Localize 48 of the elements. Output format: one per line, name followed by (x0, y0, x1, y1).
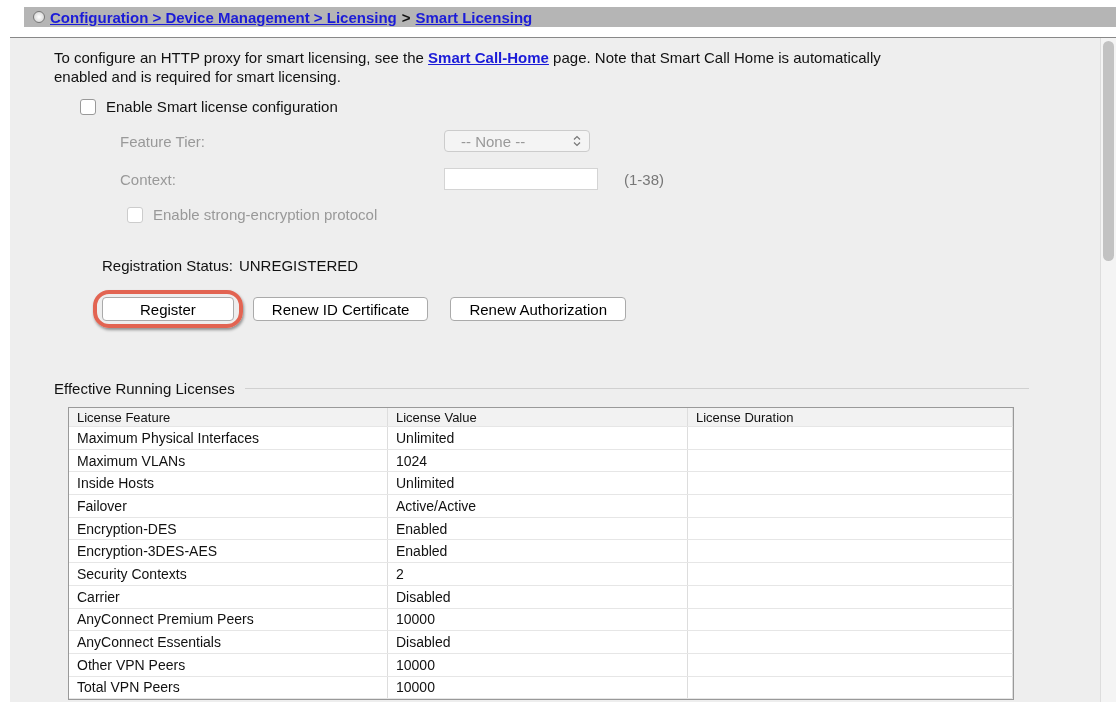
up-down-arrows-icon (573, 135, 581, 147)
checkbox[interactable] (80, 98, 96, 115)
table-cell: Active/Active (388, 495, 688, 517)
column-header[interactable]: License Feature (69, 408, 388, 426)
radio-icon (33, 11, 45, 23)
table-cell: AnyConnect Essentials (69, 631, 388, 653)
scroll-thumb[interactable] (1103, 41, 1114, 261)
table-cell: Disabled (388, 585, 688, 608)
table-cell: 10000 (388, 653, 688, 676)
section-title: Effective Running Licenses (54, 380, 235, 397)
table-cell: Encryption-3DES-AES (69, 540, 388, 563)
table-cell: Enabled (388, 517, 688, 540)
table-cell: Security Contexts (69, 563, 388, 585)
column-header[interactable]: License Duration (688, 408, 1013, 426)
table-cell: Maximum VLANs (69, 449, 388, 472)
table-cell: AnyConnect Premium Peers (69, 608, 388, 631)
column-header[interactable]: License Value (388, 408, 688, 426)
table-cell: Maximum Physical Interfaces (69, 427, 388, 449)
register-button[interactable]: Register (102, 297, 234, 321)
table-cell: 1024 (388, 449, 688, 472)
checkbox-label: Enable strong-encryption protocol (153, 206, 378, 223)
checkbox-label: Enable Smart license configuration (106, 98, 338, 115)
scrollbar[interactable] (1100, 38, 1116, 702)
table-cell: Other VPN Peers (69, 653, 388, 676)
action-button[interactable]: Renew ID Certificate (252, 297, 429, 321)
context-range-hint: (1-38) (624, 170, 664, 188)
table-cell: Enabled (388, 540, 688, 563)
smart-call-home-link[interactable]: Smart Call-Home (428, 49, 549, 66)
breadcrumb-link[interactable]: Configuration > Device Management > Licensing (50, 8, 397, 26)
table-cell: Unlimited (388, 427, 688, 449)
breadcrumb-separator: > (401, 8, 411, 26)
registration-status-value: UNREGISTERED (238, 257, 359, 274)
table-cell: Unlimited (388, 472, 688, 495)
table-cell: 10000 (388, 676, 688, 699)
table-cell: 10000 (388, 608, 688, 631)
table-cell: Total VPN Peers (69, 676, 388, 699)
table-cell: Encryption-DES (69, 517, 388, 540)
feature-tier-label: Feature Tier: (120, 132, 207, 150)
table-cell: Failover (69, 495, 388, 517)
intro-text: To configure an HTTP proxy for smart licensing, see the Smart Call-Home page. Note that Smart Call Home is automatically enabled and is required for smart licensing. (54, 48, 882, 86)
table-cell: Inside Hosts (69, 472, 388, 495)
table-cell: 2 (388, 563, 688, 585)
table-cell: Disabled (388, 631, 688, 653)
registration-status-label: Registration Status: (102, 257, 233, 274)
action-button[interactable]: Renew Authorization (450, 297, 626, 321)
breadcrumb-link[interactable]: Smart Licensing (415, 8, 533, 26)
table-cell: Carrier (69, 585, 388, 608)
context-label: Context: (120, 170, 177, 188)
